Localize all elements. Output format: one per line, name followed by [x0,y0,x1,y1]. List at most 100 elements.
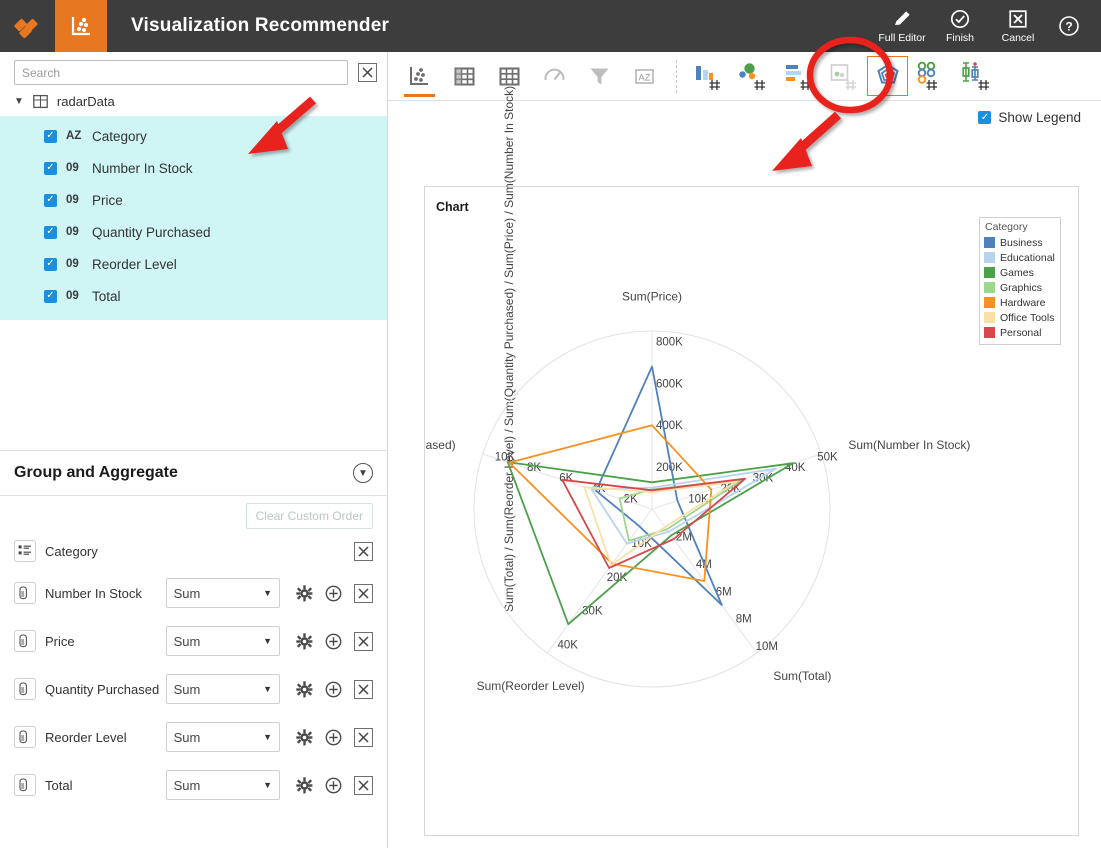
search-input[interactable] [14,60,348,85]
clear-custom-order-button[interactable]: Clear Custom Order [245,503,373,529]
toolbar-scatter-matrix-button[interactable] [822,54,865,98]
x-box-icon [358,545,369,557]
gear-icon[interactable] [296,728,313,746]
field-checkbox[interactable]: ✓ [44,129,57,143]
aggregate-value: Sum [173,633,201,649]
radar-axis-label: Sum(Quantity Purchased) [425,438,456,452]
full-editor-button[interactable]: Full Editor [873,0,931,52]
remove-field-button[interactable] [354,775,373,795]
field-checkbox[interactable]: ✓ [44,193,57,207]
aggregate-select[interactable]: Sum ▼ [165,626,280,656]
gear-icon[interactable] [296,776,313,794]
field-type-badge: 09 [66,194,79,206]
radar-tick-label: 800K [656,336,683,348]
chart-card: Chart Category Business Educational Games G… [424,86,1079,836]
gear-icon[interactable] [296,680,313,698]
gear-icon[interactable] [296,584,313,602]
svg-text:AZ: AZ [638,72,650,83]
field-checkbox[interactable]: ✓ [44,161,57,175]
plus-circle-icon[interactable] [325,585,342,602]
aggregate-select[interactable]: Sum ▼ [165,674,280,704]
fields-list: ✓ AZ Category ✓ 09 Number In Stock ✓ 09 Price ✓ 09… [0,116,387,320]
radar-axis-label: Sum(Total) [773,669,831,683]
aggregate-select[interactable]: Sum ▼ [165,722,280,752]
toolbar-bubble-chart-button[interactable] [732,54,775,98]
remove-field-button[interactable] [354,631,373,651]
field-type-badge: 09 [66,162,79,174]
toolbar-box-plot-button[interactable] [955,54,998,98]
radar-tick-label: 8K [527,462,541,474]
field-label: Reorder Level [92,256,177,272]
row-icons [296,679,373,699]
row-icons [296,583,373,603]
field-type-icon [14,582,36,604]
table-icon [33,94,48,109]
field-row[interactable]: ✓ 09 Reorder Level [0,248,387,280]
field-name: Quantity Purchased [45,681,160,697]
aggregate-select[interactable]: Sum ▼ [165,578,280,608]
app-title: Visualization Recommender [131,15,390,36]
field-name: Number In Stock [45,585,142,601]
svg-text:?: ? [1065,19,1072,33]
group-aggregate-row: Price Sum ▼ [0,617,387,665]
aggregate-select[interactable]: Sum ▼ [165,770,280,800]
show-legend-checkbox[interactable]: ✓ [978,110,992,124]
toolbar-az-sort-button[interactable]: AZ [623,54,666,98]
remove-field-button[interactable] [354,541,373,561]
field-type-icon [14,726,36,748]
hexagon-tools-icon [13,18,38,39]
x-box-icon [362,67,373,78]
finish-button[interactable]: Finish [931,0,989,52]
plus-circle-icon[interactable] [325,777,342,794]
field-type-icon [14,540,36,562]
help-button[interactable]: ? [1047,0,1091,52]
gauge-icon [544,68,565,80]
remove-field-button[interactable] [354,583,373,603]
plus-circle-icon[interactable] [325,729,342,746]
remove-field-button[interactable] [354,679,373,699]
radar-tick-label: 30K [753,473,774,485]
radar-tick-label: 400K [656,420,683,432]
field-row[interactable]: ✓ 09 Quantity Purchased [0,216,387,248]
group-aggregate-title: Group and Aggregate [14,464,178,481]
remove-field-button[interactable] [354,727,373,747]
field-row[interactable]: ✓ 09 Number In Stock [0,152,387,184]
plus-circle-icon[interactable] [325,681,342,698]
toolbar-filter-button[interactable] [578,54,621,98]
toolbar-scatter-plot-button[interactable] [398,54,441,98]
left-panel: ▼ radarData ✓ AZ Category ✓ 09 Number In Stoc… [0,52,388,848]
group-aggregate-body: Clear Custom Order Category Number In Sto… [0,496,387,809]
toolbar-pivot-table-button[interactable] [443,54,486,98]
toolbar-horizontal-bar-chart-button[interactable] [777,54,820,98]
caret-down-icon[interactable]: ▼ [14,96,24,107]
chevron-down-circle-icon[interactable]: ▼ [353,463,373,483]
toolbar-radar-chart-button[interactable] [867,56,908,96]
field-type-badge: AZ [66,130,82,142]
measure-icon [19,634,27,648]
scatter-chart-icon [71,17,90,36]
field-row[interactable]: ✓ AZ Category [0,120,387,152]
field-checkbox[interactable]: ✓ [44,225,57,239]
clear-order-wrap: Clear Custom Order [0,496,387,533]
header-actions: Full Editor Finish Cancel ? [873,0,1101,52]
field-type-icon [14,774,36,796]
chevron-down-icon: ▼ [263,636,272,646]
radar-tick-label: 50K [817,452,838,464]
radar-tick-label: 40K [558,640,579,652]
chevron-down-icon: ▼ [263,588,272,598]
toolbar-bar-chart-button[interactable] [687,54,730,98]
field-row[interactable]: ✓ 09 Total [0,280,387,312]
category-list-icon [18,545,31,555]
cancel-button[interactable]: Cancel [989,0,1047,52]
clear-search-button[interactable] [358,63,377,82]
plus-circle-icon[interactable] [325,633,342,650]
radar-tick-label: 8M [736,614,752,626]
toolbar-gauge-button[interactable] [533,54,576,98]
toolbar-parallel-coordinates-button[interactable] [910,54,953,98]
gear-icon[interactable] [296,632,313,650]
field-type-badge: 09 [66,290,79,302]
dataset-tree-root[interactable]: ▼ radarData [0,91,387,116]
field-checkbox[interactable]: ✓ [44,289,57,303]
field-checkbox[interactable]: ✓ [44,257,57,271]
field-row[interactable]: ✓ 09 Price [0,184,387,216]
